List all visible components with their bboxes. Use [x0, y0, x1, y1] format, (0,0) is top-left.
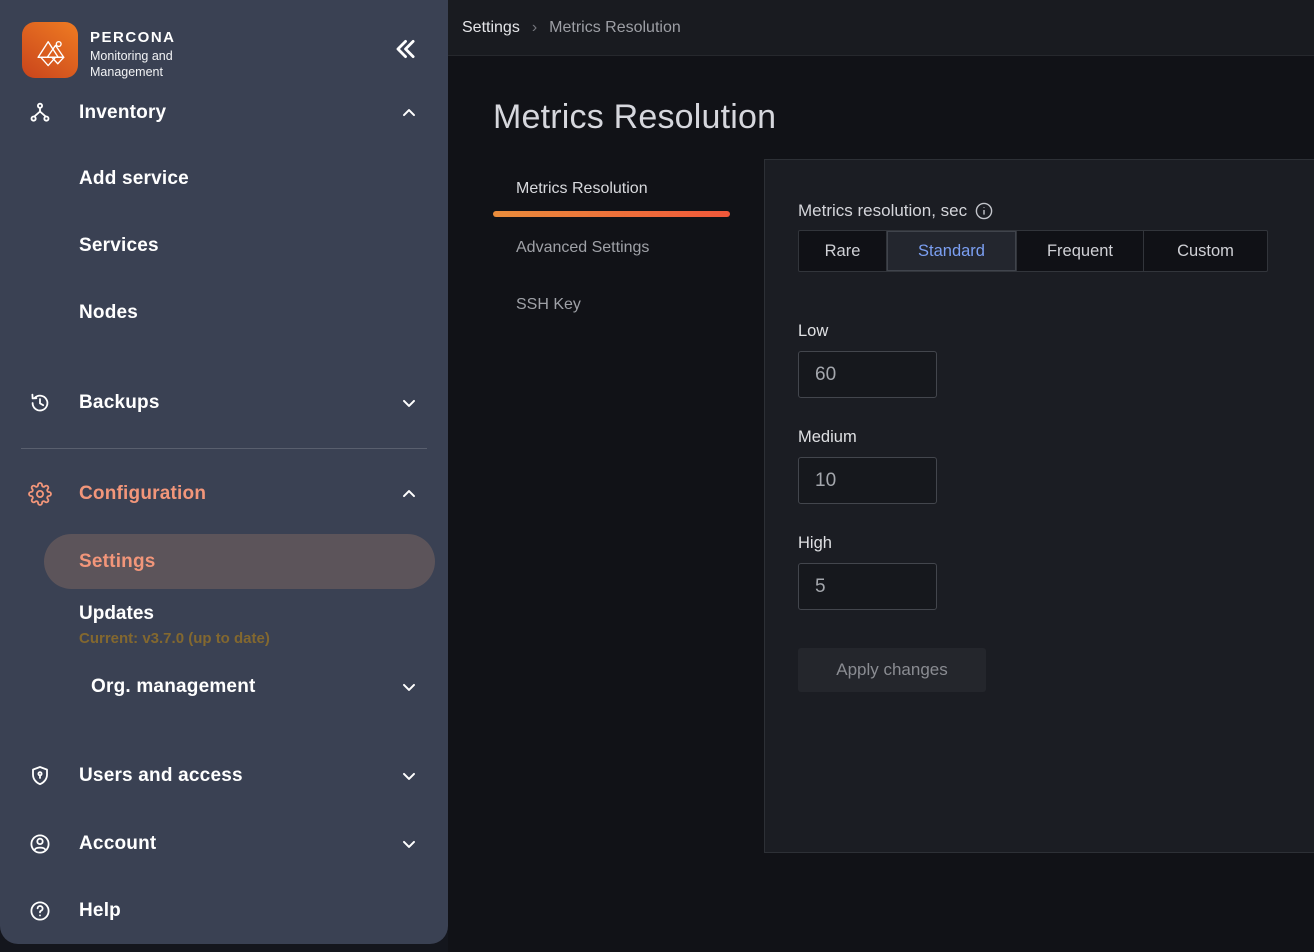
sidebar: PERCONA Monitoring and Management Inv [0, 0, 448, 944]
chevron-down-icon [399, 834, 419, 854]
chevron-down-icon [399, 766, 419, 786]
sidebar-divider [21, 448, 427, 449]
sidebar-item-org-management[interactable]: Org. management [0, 663, 448, 711]
medium-input[interactable] [798, 457, 937, 504]
breadcrumb: Settings › Metrics Resolution [448, 0, 1314, 56]
main-area: Settings › Metrics Resolution Metrics Re… [448, 0, 1314, 952]
breadcrumb-current-page: Metrics Resolution [549, 19, 681, 37]
high-input[interactable] [798, 563, 937, 610]
help-question-icon [28, 899, 52, 923]
chevron-up-icon [399, 103, 419, 123]
app-window: Settings › Metrics Resolution Metrics Re… [0, 0, 1314, 952]
resolution-preset-group: Rare Standard Frequent Custom [798, 230, 1268, 272]
info-icon[interactable] [975, 202, 993, 220]
preset-standard[interactable]: Standard [887, 231, 1017, 271]
shield-key-icon [28, 764, 52, 788]
tab-metrics-resolution[interactable]: Metrics Resolution [493, 180, 764, 217]
medium-label: Medium [798, 428, 1276, 447]
percona-logo[interactable] [22, 22, 78, 78]
chevron-up-icon [399, 484, 419, 504]
metrics-resolution-label: Metrics resolution, sec [798, 201, 967, 221]
breadcrumb-separator-icon: › [532, 19, 537, 37]
sidebar-item-backups[interactable]: Backups [0, 379, 448, 427]
preset-custom[interactable]: Custom [1144, 231, 1267, 271]
sidebar-item-add-service[interactable]: Add service [0, 155, 448, 203]
sidebar-item-services[interactable]: Services [0, 222, 448, 270]
backups-history-icon [28, 391, 52, 415]
breadcrumb-settings[interactable]: Settings [462, 19, 520, 37]
update-status-text: Current: v3.7.0 (up to date) [79, 630, 448, 647]
settings-tab-list: Metrics Resolution Advanced Settings SSH… [493, 159, 764, 314]
low-input[interactable] [798, 351, 937, 398]
sidebar-item-configuration[interactable]: Configuration [0, 470, 448, 518]
inventory-fork-icon [28, 101, 52, 125]
sidebar-item-settings-active[interactable]: Settings [44, 534, 435, 589]
high-label: High [798, 534, 1276, 553]
tab-advanced-settings[interactable]: Advanced Settings [493, 239, 764, 257]
metrics-resolution-panel: Metrics resolution, sec Rare Standard Fr… [764, 159, 1314, 853]
preset-rare[interactable]: Rare [799, 231, 887, 271]
chevron-down-icon [399, 393, 419, 413]
sidebar-item-users-and-access[interactable]: Users and access [0, 752, 448, 800]
chevron-down-icon [399, 677, 419, 697]
brand-name: PERCONA [90, 29, 190, 46]
sidebar-item-updates[interactable]: Updates Current: v3.7.0 (up to date) [0, 594, 448, 647]
settings-content: Metrics Resolution Metrics Resolution Ad… [448, 98, 1314, 853]
apply-changes-button[interactable]: Apply changes [798, 648, 986, 692]
brand-subtitle: Monitoring and Management [90, 49, 190, 80]
user-circle-icon [28, 832, 52, 856]
sidebar-item-inventory[interactable]: Inventory [0, 89, 448, 137]
active-tab-underline [493, 211, 730, 217]
gear-icon [28, 482, 52, 506]
sidebar-item-account[interactable]: Account [0, 820, 448, 868]
preset-frequent[interactable]: Frequent [1017, 231, 1144, 271]
sidebar-item-nodes[interactable]: Nodes [0, 289, 448, 337]
low-label: Low [798, 322, 1276, 341]
tab-ssh-key[interactable]: SSH Key [493, 296, 764, 314]
collapse-sidebar-icon[interactable] [392, 36, 418, 67]
page-title: Metrics Resolution [493, 98, 1314, 137]
sidebar-item-help[interactable]: Help [0, 887, 448, 935]
